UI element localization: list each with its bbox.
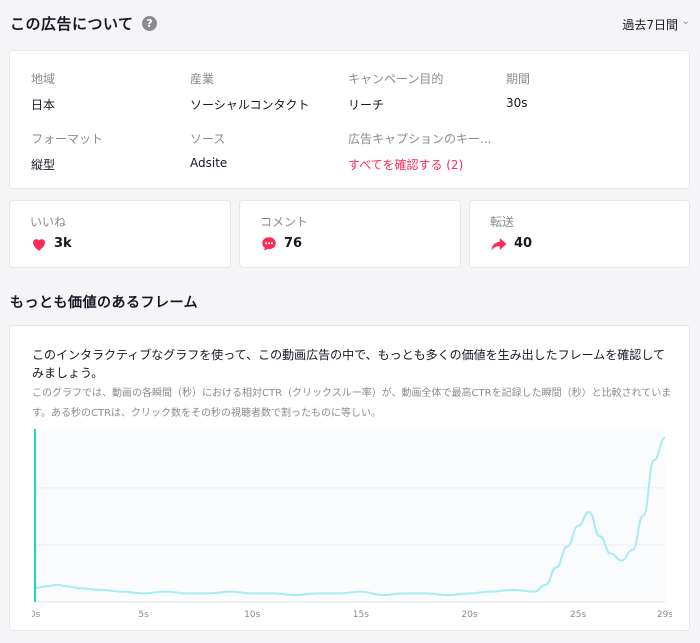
field-value: Adsite (190, 156, 228, 170)
chart-plot-area (35, 429, 665, 602)
section-title: もっとも価値のあるフレーム (10, 295, 199, 311)
share-icon (491, 238, 507, 251)
comments-label: コメント (260, 215, 309, 229)
shares-label: 転送 (490, 215, 515, 229)
objective-field: キャンペーン目的 リーチ (348, 70, 508, 113)
field-value: ソーシャルコンタクト (190, 98, 310, 112)
caption-keywords-field: 広告キャプションのキー... すべてを確認する (2) (348, 130, 498, 173)
comments-card: コメント 76 (239, 200, 461, 268)
heart-icon (33, 239, 45, 251)
chart-description: このインタラクティブなグラフを使って、この動画広告の中で、もっとも多くの価値を生… (32, 348, 665, 380)
comments-value: 76 (284, 236, 303, 251)
x-tick-label: 5s (138, 610, 149, 620)
shares-card: 転送 40 (469, 200, 690, 268)
field-label: 地域 (31, 72, 56, 86)
view-all-link[interactable]: すべてを確認する (2) (348, 156, 498, 173)
period-dropdown[interactable]: 過去7日間 (622, 16, 678, 33)
field-label: ソース (190, 132, 226, 146)
field-value: 日本 (31, 98, 56, 112)
field-label: 期間 (506, 72, 531, 86)
field-value: 30s (506, 96, 528, 110)
x-tick-label: 29s (657, 610, 672, 620)
industry-field: 産業 ソーシャルコンタクト (190, 70, 350, 113)
ad-details-card: 地域 日本 産業 ソーシャルコンタクト キャンペーン目的 リーチ 期間 30s … (9, 50, 690, 189)
chart-subdescription: このグラフでは、動画の各瞬間（秒）における相対CTR（クリックスルー率）が、動画… (32, 388, 672, 419)
page-title: この広告について (10, 15, 134, 33)
x-tick-label: 25s (570, 610, 586, 620)
likes-card: いいね 3k (9, 200, 231, 268)
ctr-line-chart[interactable]: 0s 5s 10s 15s 20s 25s 29s (32, 426, 672, 626)
ad-info-header: この広告について ? 過去7日間 ⌄ (10, 12, 690, 38)
x-tick-label: 15s (353, 610, 369, 620)
frame-chart-card: このインタラクティブなグラフを使って、この動画広告の中で、もっとも多くの価値を生… (9, 325, 690, 631)
likes-label: いいね (30, 215, 67, 229)
field-value: 縦型 (31, 158, 56, 172)
shares-value: 40 (514, 236, 533, 251)
field-label: 広告キャプションのキー... (348, 132, 492, 146)
likes-value: 3k (54, 236, 72, 251)
format-field: フォーマット 縦型 (31, 130, 191, 173)
field-value: リーチ (348, 98, 385, 112)
field-label: フォーマット (31, 132, 104, 146)
x-tick-label: 0s (32, 610, 41, 620)
comment-icon (262, 237, 276, 251)
field-label: 産業 (190, 72, 215, 86)
source-field: ソース Adsite (190, 130, 350, 170)
field-label: キャンペーン目的 (348, 72, 444, 86)
region-field: 地域 日本 (31, 70, 191, 113)
x-tick-label: 10s (244, 610, 260, 620)
duration-field: 期間 30s (506, 70, 666, 110)
help-icon[interactable]: ? (142, 16, 157, 31)
chevron-down-icon[interactable]: ⌄ (682, 16, 690, 27)
x-tick-label: 20s (461, 610, 477, 620)
